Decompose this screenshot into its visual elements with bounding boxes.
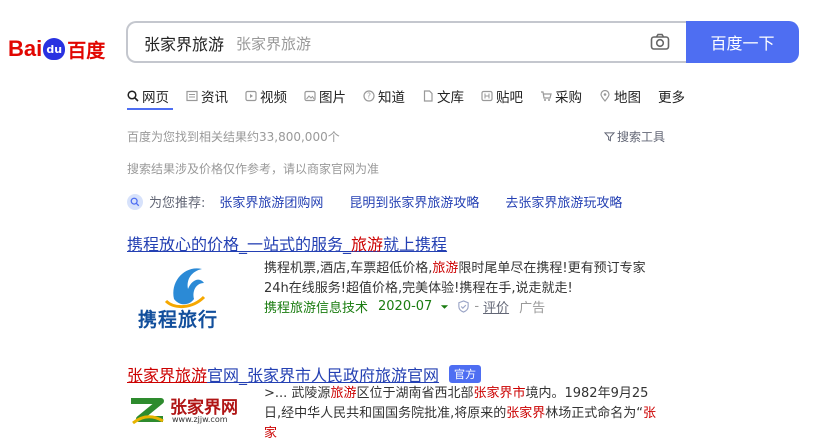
tab-label: 资讯	[201, 90, 228, 106]
map-icon	[600, 90, 610, 102]
desc-highlight: 旅游	[432, 261, 459, 276]
tab-wenku[interactable]: 文库	[422, 84, 464, 108]
image-icon	[304, 90, 316, 102]
title-highlight: 旅游	[351, 235, 384, 254]
search-tabs: 网页 资讯 视频 图片 ? 知道 文库 贴吧 采购 地图 更多	[127, 84, 702, 108]
question-icon: ?	[363, 90, 375, 102]
tab-caigou[interactable]: 采购	[540, 84, 582, 108]
desc-highlight: 张家界	[506, 406, 546, 421]
recommend-label: 为您推荐:	[149, 196, 206, 211]
result-desc-ctrip: 携程机票,酒店,车票超低价格,旅游限时尾单尽在携程!更有预订专家24h在线服务!…	[264, 259, 664, 299]
tab-tieba[interactable]: 贴吧	[481, 84, 523, 108]
ad-label: 广告	[519, 301, 546, 316]
ctrip-logo[interactable]: 携程旅行	[130, 259, 240, 331]
logo-baidu-cn: 百度	[67, 39, 106, 62]
result-source-ctrip: 携程旅游信息技术 2020-07 - 评价 广告	[264, 297, 546, 316]
search-hint: 张家界旅游	[236, 35, 312, 53]
desc-text: 携程机票,酒店,车票超低价格,	[264, 261, 433, 276]
result-count: 百度为您找到相关结果约33,800,000个	[127, 130, 340, 144]
tab-label: 采购	[555, 90, 582, 106]
zjjw-logo-url: www.zjjw.com	[172, 415, 228, 424]
title-text: 官网_张家界市人民政府旅游官网	[207, 366, 440, 385]
news-icon	[186, 90, 198, 102]
ctrip-logo-text: 携程旅行	[138, 309, 219, 331]
tab-label: 知道	[378, 90, 405, 106]
baidu-logo[interactable]: Bai du 百度	[8, 34, 105, 64]
chevron-down-icon[interactable]	[440, 304, 449, 310]
title-text: 携程放心的价格_一站式的服务_	[127, 235, 352, 254]
tab-video[interactable]: 视频	[245, 84, 287, 108]
cart-icon	[541, 91, 552, 101]
title-highlight: 张家界旅游	[127, 366, 208, 385]
active-tab-indicator	[127, 108, 173, 110]
result-title-zjj[interactable]: 张家界旅游 官网_张家界市人民政府旅游官网 官方	[127, 362, 482, 386]
source-date: 2020-07	[378, 299, 433, 314]
desc-highlight: 旅游	[330, 386, 357, 401]
rating-link[interactable]: 评价	[483, 297, 509, 316]
zjjw-emblem-icon	[131, 398, 164, 425]
tab-news[interactable]: 资讯	[186, 84, 228, 108]
result-desc-zjj: >... 武陵源旅游区位于湖南省西北部张家界市境内。1982年9月25日,经中华…	[264, 384, 664, 444]
tab-label: 贴吧	[496, 90, 523, 106]
search-tools-label: 搜索工具	[617, 130, 666, 144]
tab-web[interactable]: 网页	[127, 84, 169, 108]
filter-icon	[604, 132, 615, 142]
video-icon	[245, 90, 257, 102]
logo-bai: Bai	[8, 36, 43, 61]
tab-label: 更多	[658, 90, 685, 106]
recommend-link[interactable]: 张家界旅游团购网	[219, 192, 323, 211]
paw-icon: du	[43, 38, 66, 60]
tieba-icon	[481, 90, 493, 102]
price-notice: 搜索结果涉及价格仅作参考，请以商家官网为准	[127, 162, 380, 176]
tab-label: 网页	[142, 90, 169, 106]
tab-label: 图片	[319, 90, 346, 106]
search-icon	[127, 193, 143, 210]
desc-text: >... 武陵源	[264, 386, 331, 401]
search-button[interactable]: 百度一下	[686, 21, 799, 63]
tab-more[interactable]: 更多	[658, 84, 685, 108]
recommend-link[interactable]: 去张家界旅游玩攻略	[505, 192, 622, 211]
title-text: 就上携程	[383, 235, 448, 254]
doc-icon	[423, 90, 433, 102]
tab-label: 视频	[260, 90, 287, 106]
desc-highlight: 张家界市	[473, 386, 526, 401]
tab-map[interactable]: 地图	[599, 84, 641, 108]
tab-image[interactable]: 图片	[304, 84, 346, 108]
result-title-ctrip[interactable]: 携程放心的价格_一站式的服务_旅游就上携程	[127, 231, 447, 255]
source-name[interactable]: 携程旅游信息技术	[264, 297, 368, 316]
tab-zhidao[interactable]: ? 知道	[363, 84, 405, 108]
desc-text: 林场正式命名为“	[545, 406, 644, 421]
svg-text:?: ?	[367, 92, 371, 101]
zjjw-logo[interactable]: 张家界网 www.zjjw.com	[127, 393, 249, 427]
recommend-link[interactable]: 昆明到张家界旅游攻略	[349, 192, 479, 211]
search-tools-button[interactable]: 搜索工具	[604, 128, 665, 145]
recommend-bar: 为您推荐: 张家界旅游团购网 昆明到张家界旅游攻略 去张家界旅游玩攻略	[127, 192, 648, 211]
search-icon	[127, 90, 139, 102]
desc-text: 区位于湖南省西北部	[356, 386, 474, 401]
official-badge: 官方	[449, 365, 482, 383]
search-box: 张家界旅游	[126, 21, 686, 63]
search-input[interactable]	[142, 32, 616, 53]
tab-label: 地图	[614, 90, 641, 106]
camera-icon[interactable]	[650, 33, 670, 51]
verified-icon[interactable]	[457, 300, 470, 313]
tab-label: 文库	[437, 90, 464, 106]
